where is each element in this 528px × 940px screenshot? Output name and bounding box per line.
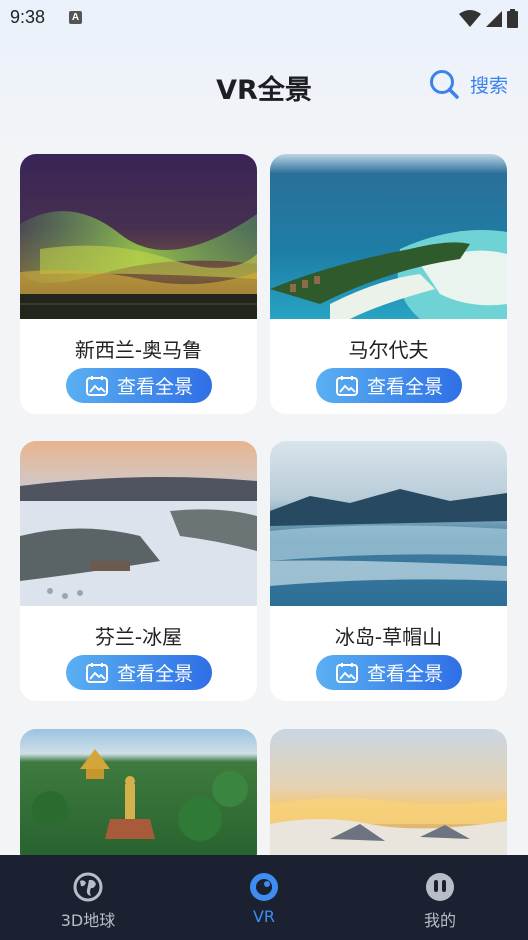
maldives-photo: [270, 154, 507, 319]
view-panorama-label: 查看全景: [116, 376, 193, 398]
battery-icon: [507, 9, 518, 28]
status-icons: [459, 9, 518, 28]
profile-face-icon: [426, 873, 454, 901]
scene-card[interactable]: 新西兰-奥马鲁 查看全景: [20, 154, 257, 414]
finland-igloo-photo: [20, 441, 257, 606]
aurora-photo: [20, 154, 257, 319]
iceland-mountain-photo: [270, 441, 507, 606]
tab-label: 3D地球: [60, 911, 116, 930]
view-panorama-button[interactable]: 查看全景: [316, 368, 462, 403]
status-time: 9:38: [10, 7, 46, 27]
tab-mine[interactable]: 我的: [380, 871, 500, 931]
view-panorama-label: 查看全景: [366, 663, 443, 685]
tab-label: 我的: [423, 911, 456, 930]
scene-name: 冰岛-草帽山: [334, 625, 443, 649]
view-panorama-button[interactable]: 查看全景: [316, 655, 462, 690]
sea-of-clouds-photo: [270, 729, 507, 869]
search-label: 搜索: [469, 74, 508, 97]
scene-name: 芬兰-冰屋: [94, 625, 183, 649]
temple-forest-photo: [20, 729, 257, 869]
panorama-icon: [335, 662, 358, 683]
scene-card[interactable]: 马尔代夫 查看全景: [270, 154, 507, 414]
globe-icon: [73, 872, 103, 902]
status-bar: 9:38 A: [0, 0, 528, 36]
scene-card[interactable]: [270, 729, 507, 869]
panorama-icon: [85, 662, 108, 683]
view-panorama-label: 查看全景: [116, 663, 193, 685]
scene-name: 新西兰-奥马鲁: [74, 338, 203, 362]
scene-card[interactable]: [20, 729, 257, 869]
scene-name: 马尔代夫: [348, 338, 429, 362]
tab-3d-earth[interactable]: 3D地球: [28, 871, 148, 931]
view-panorama-button[interactable]: 查看全景: [66, 368, 212, 403]
notification-a-icon: A: [69, 11, 82, 24]
search-icon: [429, 70, 459, 99]
vr-eye-icon: [250, 873, 278, 901]
header: VR全景 搜索: [0, 60, 528, 110]
view-panorama-label: 查看全景: [366, 376, 443, 398]
scene-card[interactable]: 冰岛-草帽山 查看全景: [270, 441, 507, 701]
tab-vr[interactable]: VR: [204, 871, 324, 926]
tab-label: VR: [252, 907, 276, 926]
wifi-icon: [459, 9, 481, 27]
cellular-signal-icon: [486, 10, 502, 27]
scene-card[interactable]: 芬兰-冰屋 查看全景: [20, 441, 257, 701]
view-panorama-button[interactable]: 查看全景: [66, 655, 212, 690]
panorama-icon: [335, 375, 358, 396]
bottom-tab-bar: 3D地球 VR 我的: [0, 855, 528, 940]
search-button[interactable]: 搜索: [428, 68, 508, 100]
panorama-icon: [85, 375, 108, 396]
